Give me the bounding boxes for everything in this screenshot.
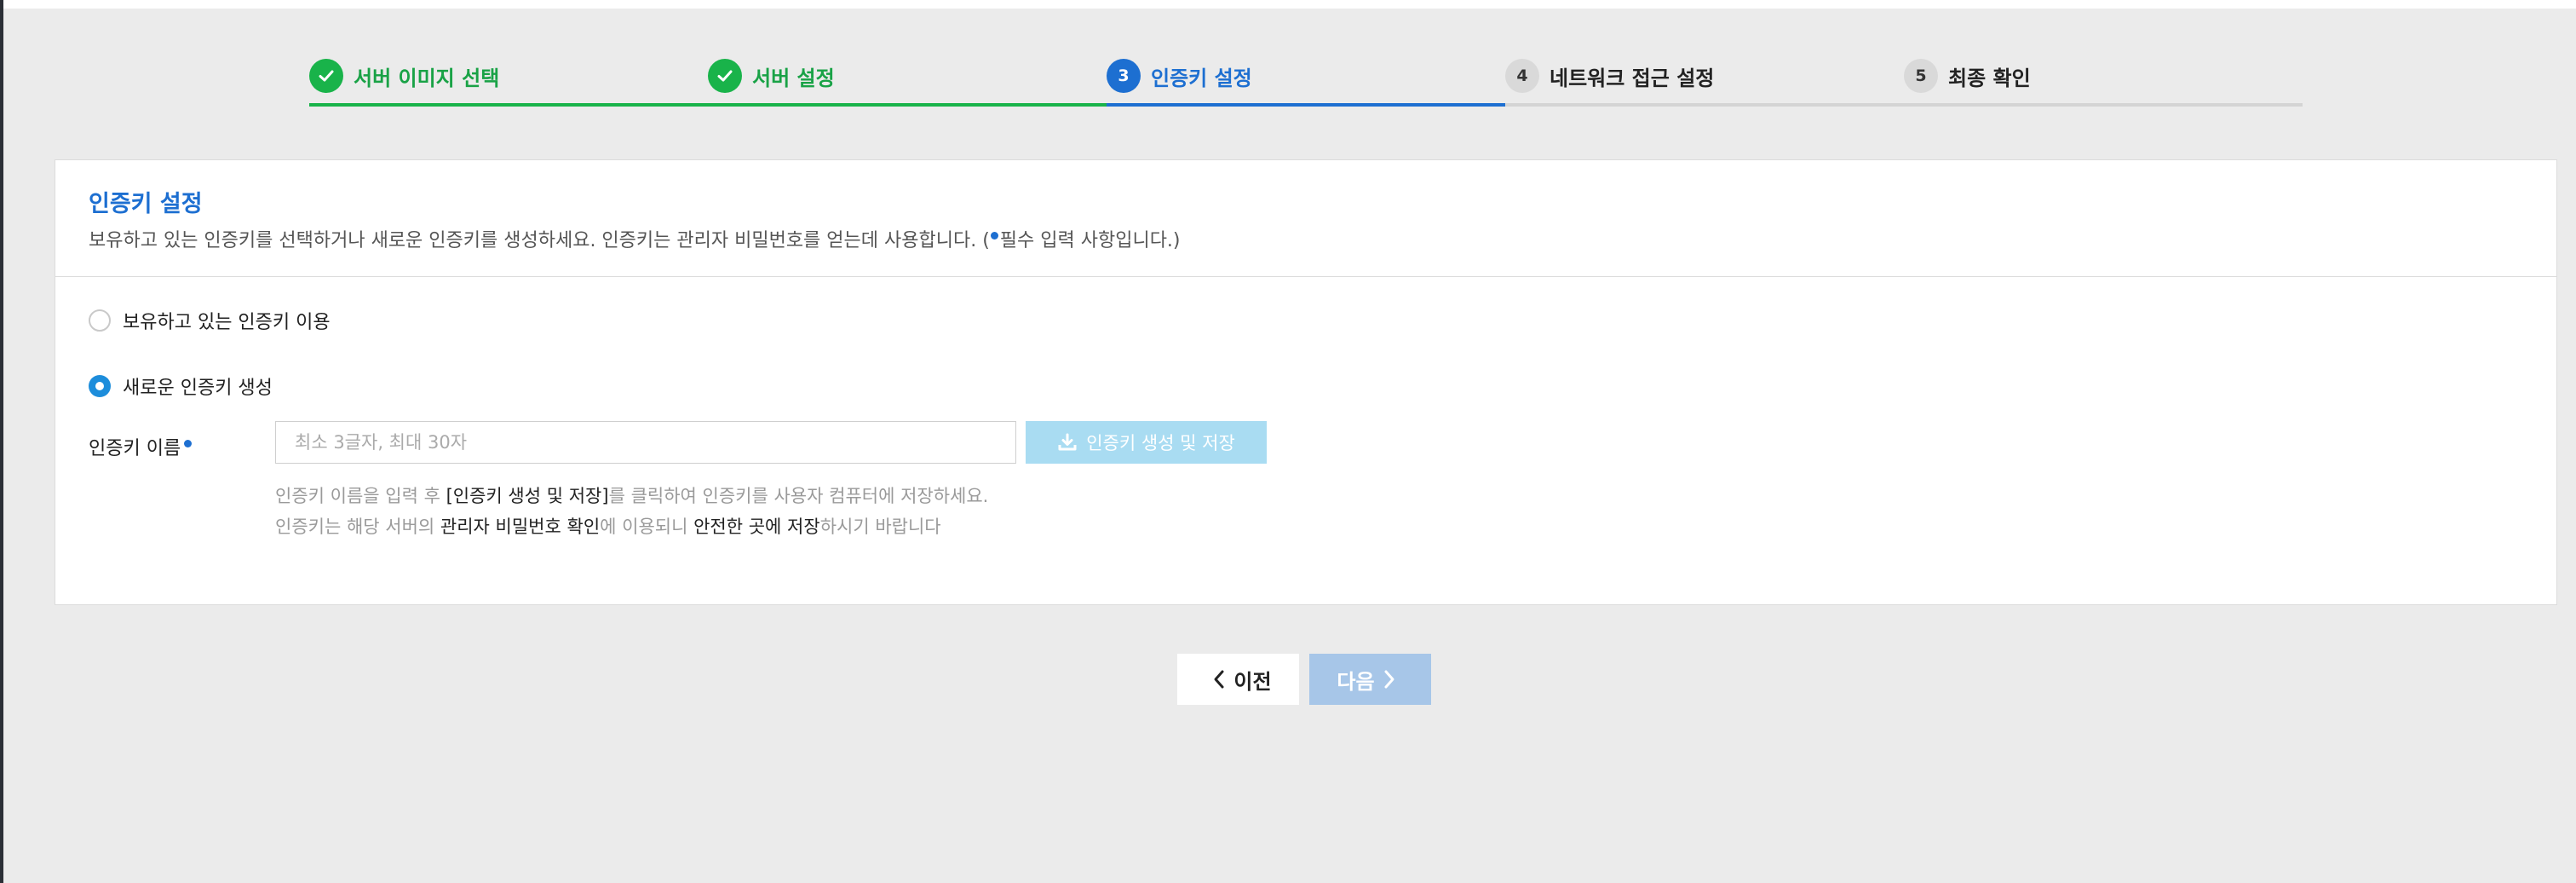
step-server-image[interactable]: 서버 이미지 선택 bbox=[309, 58, 708, 109]
step-progress-line bbox=[1904, 103, 2303, 107]
help-text: 인증키는 해당 서버의 bbox=[275, 517, 440, 537]
panel-header: 인증키 설정 보유하고 있는 인증키를 선택하거나 새로운 인증키를 생성하세요… bbox=[55, 160, 2556, 277]
help-emphasis: 안전한 곳에 저장 bbox=[693, 517, 820, 537]
window-left-edge bbox=[0, 0, 3, 883]
help-text-line-1: 인증키 이름을 입력 후 [인증키 생성 및 저장]를 클릭하여 인증키를 사용… bbox=[275, 482, 988, 508]
option-existing-key[interactable]: 보유하고 있는 인증키 이용 bbox=[89, 307, 331, 334]
panel-title: 인증키 설정 bbox=[89, 191, 203, 217]
check-icon bbox=[309, 59, 343, 93]
required-dot-icon bbox=[184, 440, 193, 447]
key-name-input[interactable] bbox=[275, 421, 1016, 464]
help-text: 에 이용되니 bbox=[600, 517, 694, 537]
key-name-label: 인증키 이름 bbox=[89, 433, 193, 460]
key-name-label-text: 인증키 이름 bbox=[89, 438, 181, 459]
prev-button[interactable]: 이전 bbox=[1177, 654, 1299, 705]
next-button[interactable]: 다음 bbox=[1309, 654, 1431, 705]
generate-save-key-label: 인증키 생성 및 저장 bbox=[1086, 433, 1235, 453]
step-label: 네트워크 접근 설정 bbox=[1550, 66, 1715, 90]
step-number: 4 bbox=[1505, 59, 1539, 93]
step-progress-line bbox=[309, 103, 708, 107]
step-label: 최종 확인 bbox=[1948, 66, 2031, 90]
option-new-key[interactable]: 새로운 인증키 생성 bbox=[89, 372, 273, 400]
help-text-line-2: 인증키는 해당 서버의 관리자 비밀번호 확인에 이용되니 안전한 곳에 저장하… bbox=[275, 513, 941, 539]
option-label: 새로운 인증키 생성 bbox=[123, 378, 273, 399]
step-number: 5 bbox=[1904, 59, 1938, 93]
description-text: 보유하고 있는 인증키를 선택하거나 새로운 인증키를 생성하세요. 인증키는 … bbox=[89, 230, 990, 251]
radio-new-key[interactable] bbox=[89, 375, 111, 397]
top-bar bbox=[3, 0, 2576, 9]
step-progress-line bbox=[1107, 103, 1505, 107]
auth-key-panel: 인증키 설정 보유하고 있는 인증키를 선택하거나 새로운 인증키를 생성하세요… bbox=[55, 159, 2557, 605]
help-text: 를 클릭하여 인증키를 사용자 컴퓨터에 저장하세요. bbox=[608, 486, 989, 506]
required-dot-icon bbox=[990, 232, 998, 240]
help-text: 하시기 바랍니다 bbox=[819, 517, 941, 537]
option-label: 보유하고 있는 인증키 이용 bbox=[123, 312, 331, 333]
step-progress-line bbox=[1505, 103, 1904, 107]
generate-save-key-button[interactable]: 인증키 생성 및 저장 bbox=[1026, 421, 1267, 464]
next-label: 다음 bbox=[1337, 669, 1375, 694]
help-text: 인증키 이름을 입력 후 bbox=[275, 486, 446, 506]
radio-existing-key[interactable] bbox=[89, 309, 111, 332]
wizard-stepper: 서버 이미지 선택 서버 설정 3 인증키 설정 4 네트워크 접근 설정 5 … bbox=[309, 58, 2303, 109]
step-server-settings[interactable]: 서버 설정 bbox=[708, 58, 1107, 109]
step-final-confirm[interactable]: 5 최종 확인 bbox=[1904, 58, 2303, 109]
step-network-access[interactable]: 4 네트워크 접근 설정 bbox=[1505, 58, 1904, 109]
help-emphasis: [인증키 생성 및 저장] bbox=[446, 486, 609, 506]
download-icon bbox=[1057, 432, 1078, 453]
step-auth-key[interactable]: 3 인증키 설정 bbox=[1107, 58, 1505, 109]
chevron-left-icon bbox=[1213, 669, 1225, 690]
required-note: 필수 입력 사항입니다.) bbox=[999, 230, 1181, 251]
step-progress-line bbox=[708, 103, 1107, 107]
panel-description: 보유하고 있는 인증키를 선택하거나 새로운 인증키를 생성하세요. 인증키는 … bbox=[89, 225, 1181, 252]
prev-label: 이전 bbox=[1233, 669, 1272, 694]
chevron-right-icon bbox=[1383, 669, 1395, 690]
help-emphasis: 관리자 비밀번호 확인 bbox=[440, 517, 601, 537]
step-label: 서버 설정 bbox=[752, 66, 835, 90]
step-number: 3 bbox=[1107, 59, 1141, 93]
check-icon bbox=[708, 59, 742, 93]
step-label: 인증키 설정 bbox=[1151, 66, 1252, 90]
step-label: 서버 이미지 선택 bbox=[354, 66, 500, 90]
